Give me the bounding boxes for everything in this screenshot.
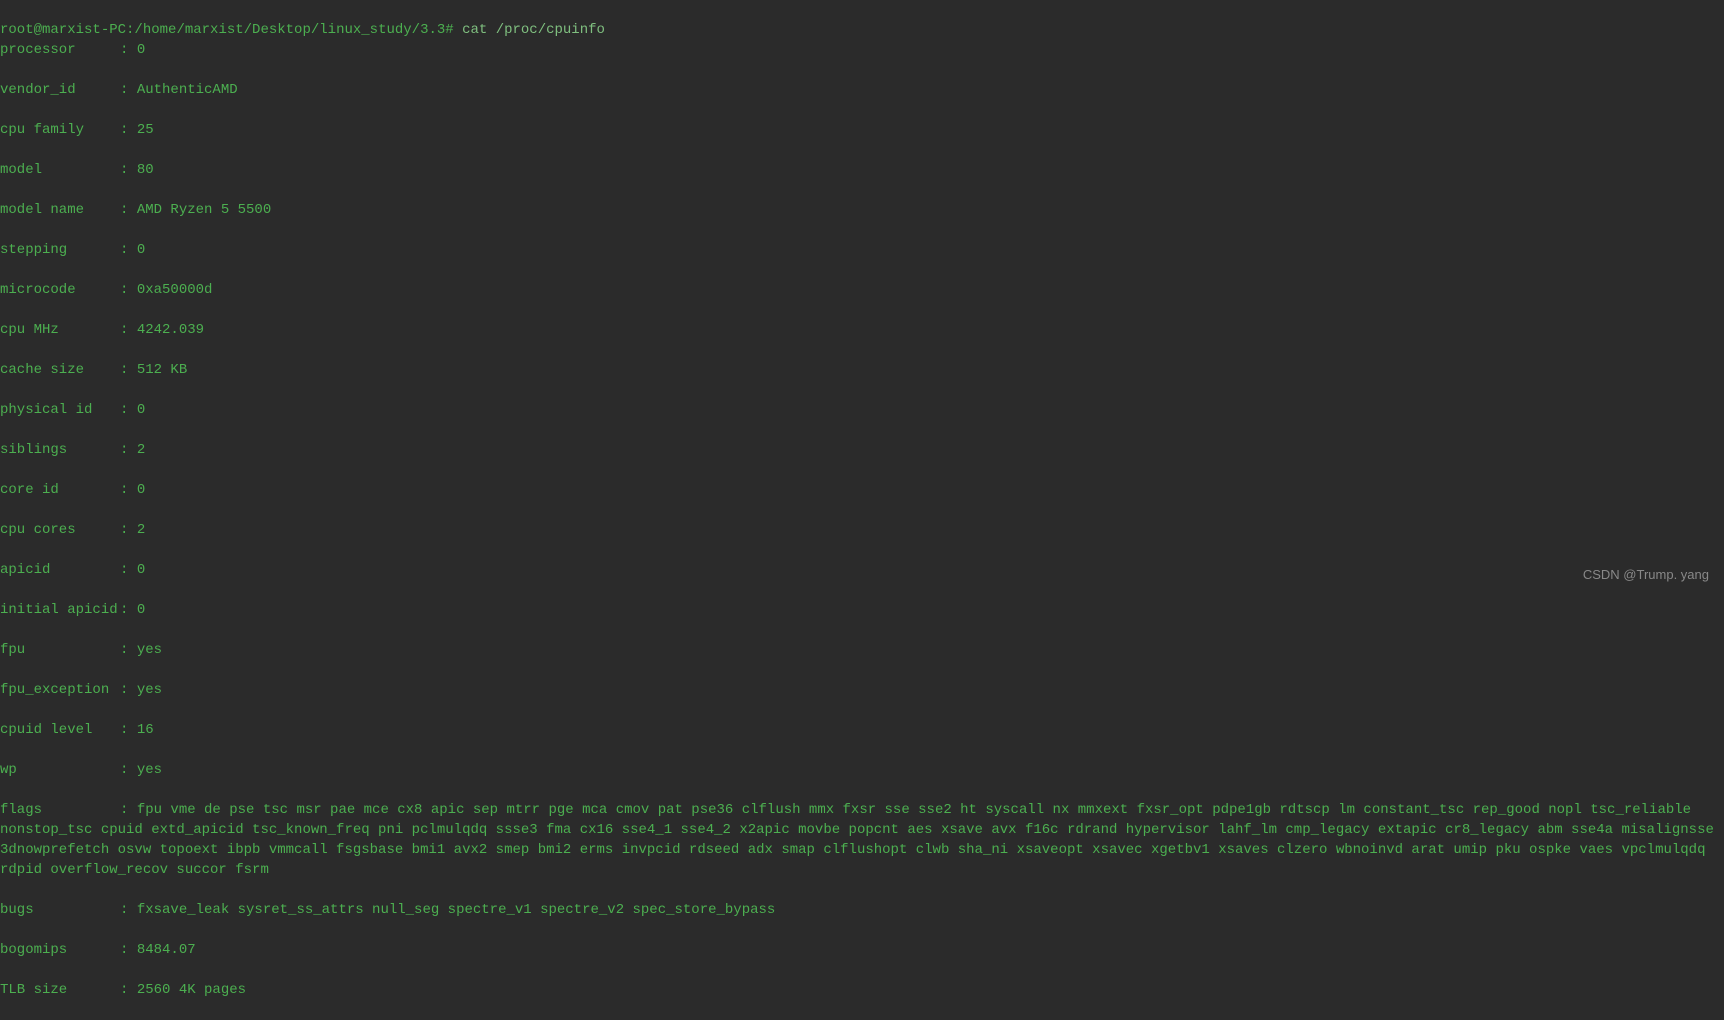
val-initial-apicid: 0: [137, 602, 145, 618]
row-cache-size: cache size: 512 KB: [0, 360, 1724, 380]
val-wp: yes: [137, 762, 162, 778]
key-microcode: microcode: [0, 280, 120, 300]
prompt-userhost: root@marxist-PC: [0, 22, 126, 38]
row-physical-id: physical id: 0: [0, 400, 1724, 420]
row-stepping: stepping: 0: [0, 240, 1724, 260]
val-cache-size: 512 KB: [137, 362, 187, 378]
row-fpu: fpu: yes: [0, 640, 1724, 660]
sep: :: [120, 902, 137, 918]
sep: :: [120, 482, 137, 498]
val-cpu-mhz: 4242.039: [137, 322, 204, 338]
sep: :: [120, 682, 137, 698]
key-cpu-cores: cpu cores: [0, 520, 120, 540]
sep: :: [120, 122, 137, 138]
sep: :: [120, 722, 137, 738]
val-tlb-size: 2560 4K pages: [137, 982, 246, 998]
sep: :: [120, 762, 137, 778]
val-fpu-exception: yes: [137, 682, 162, 698]
row-microcode: microcode: 0xa50000d: [0, 280, 1724, 300]
sep: :: [120, 642, 137, 658]
sep: :: [120, 42, 137, 58]
row-siblings: siblings: 2: [0, 440, 1724, 460]
key-siblings: siblings: [0, 440, 120, 460]
sep: :: [120, 802, 137, 818]
row-bugs: bugs: fxsave_leak sysret_ss_attrs null_s…: [0, 900, 1724, 920]
key-physical-id: physical id: [0, 400, 120, 420]
sep: :: [120, 162, 137, 178]
row-model: model: 80: [0, 160, 1724, 180]
sep: :: [120, 562, 137, 578]
prompt-path: :/home/marxist/Desktop/linux_study/3.3#: [126, 22, 454, 38]
row-initial-apicid: initial apicid: 0: [0, 600, 1724, 620]
row-tlb-size: TLB size: 2560 4K pages: [0, 980, 1724, 1000]
terminal-output[interactable]: root@marxist-PC:/home/marxist/Desktop/li…: [0, 0, 1724, 1020]
key-wp: wp: [0, 760, 120, 780]
key-stepping: stepping: [0, 240, 120, 260]
key-processor: processor: [0, 40, 120, 60]
key-fpu-exception: fpu_exception: [0, 680, 120, 700]
val-flags: fpu vme de pse tsc msr pae mce cx8 apic …: [0, 802, 1722, 878]
key-apicid: apicid: [0, 560, 120, 580]
val-stepping: 0: [137, 242, 145, 258]
row-bogomips: bogomips: 8484.07: [0, 940, 1724, 960]
sep: :: [120, 202, 137, 218]
row-model-name: model name: AMD Ryzen 5 5500: [0, 200, 1724, 220]
val-model-name: AMD Ryzen 5 5500: [137, 202, 271, 218]
sep: :: [120, 402, 137, 418]
sep: :: [120, 322, 137, 338]
val-model: 80: [137, 162, 154, 178]
row-cpu-cores: cpu cores: 2: [0, 520, 1724, 540]
key-model-name: model name: [0, 200, 120, 220]
row-fpu-exception: fpu_exception: yes: [0, 680, 1724, 700]
val-cpu-cores: 2: [137, 522, 145, 538]
key-fpu: fpu: [0, 640, 120, 660]
shell-prompt: root@marxist-PC:/home/marxist/Desktop/li…: [0, 22, 605, 38]
val-processor: 0: [137, 42, 145, 58]
val-fpu: yes: [137, 642, 162, 658]
key-vendor-id: vendor_id: [0, 80, 120, 100]
sep: :: [120, 602, 137, 618]
row-cpu-family: cpu family: 25: [0, 120, 1724, 140]
row-cpuid-level: cpuid level: 16: [0, 720, 1724, 740]
key-model: model: [0, 160, 120, 180]
sep: :: [120, 362, 137, 378]
key-initial-apicid: initial apicid: [0, 600, 120, 620]
val-siblings: 2: [137, 442, 145, 458]
row-cpu-mhz: cpu MHz: 4242.039: [0, 320, 1724, 340]
sep: :: [120, 242, 137, 258]
sep: :: [120, 282, 137, 298]
sep: :: [120, 522, 137, 538]
sep: :: [120, 82, 137, 98]
val-core-id: 0: [137, 482, 145, 498]
row-core-id: core id: 0: [0, 480, 1724, 500]
key-tlb-size: TLB size: [0, 980, 120, 1000]
key-core-id: core id: [0, 480, 120, 500]
row-vendor-id: vendor_id: AuthenticAMD: [0, 80, 1724, 100]
row-apicid: apicid: 0: [0, 560, 1724, 580]
val-microcode: 0xa50000d: [137, 282, 213, 298]
sep: :: [120, 942, 137, 958]
sep: :: [120, 442, 137, 458]
val-bogomips: 8484.07: [137, 942, 196, 958]
row-wp: wp: yes: [0, 760, 1724, 780]
val-physical-id: 0: [137, 402, 145, 418]
key-cpuid-level: cpuid level: [0, 720, 120, 740]
key-cache-size: cache size: [0, 360, 120, 380]
key-flags: flags: [0, 800, 120, 820]
key-cpu-family: cpu family: [0, 120, 120, 140]
command-text: cat /proc/cpuinfo: [462, 22, 605, 38]
row-flags: flags: fpu vme de pse tsc msr pae mce cx…: [0, 800, 1724, 880]
val-bugs: fxsave_leak sysret_ss_attrs null_seg spe…: [137, 902, 776, 918]
sep: :: [120, 982, 137, 998]
key-bugs: bugs: [0, 900, 120, 920]
val-cpuid-level: 16: [137, 722, 154, 738]
key-cpu-mhz: cpu MHz: [0, 320, 120, 340]
row-processor: processor: 0: [0, 40, 1724, 60]
val-cpu-family: 25: [137, 122, 154, 138]
val-apicid: 0: [137, 562, 145, 578]
watermark-text: CSDN @Trump. yang: [1583, 565, 1709, 585]
key-bogomips: bogomips: [0, 940, 120, 960]
val-vendor-id: AuthenticAMD: [137, 82, 238, 98]
